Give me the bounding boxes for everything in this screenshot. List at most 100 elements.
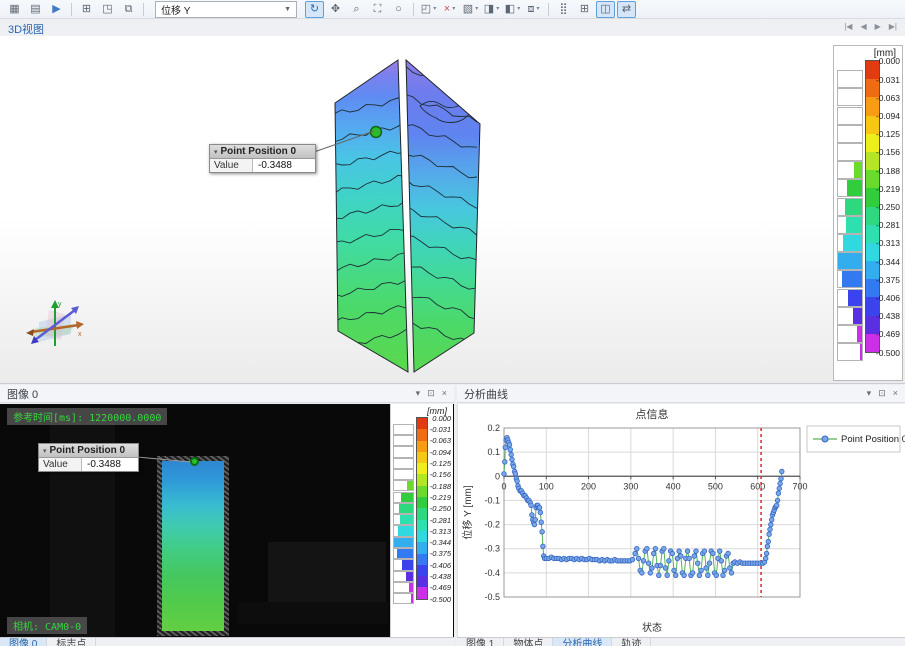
series-marker	[515, 479, 520, 484]
zoom-region-icon: ⛶	[374, 4, 382, 15]
series-marker	[540, 530, 545, 535]
series-marker	[778, 481, 783, 486]
y-axis-label: 位移 Y [mm]	[461, 485, 474, 539]
delete-icon[interactable]: ×▾	[440, 1, 459, 18]
panel-close-icon[interactable]: ×	[893, 389, 898, 398]
play-icon[interactable]: ▶	[47, 1, 66, 18]
layers-icon: ⧈	[527, 4, 534, 15]
next-frame-button[interactable]: ▶	[875, 23, 881, 31]
series-marker	[507, 443, 512, 448]
point-annotation-3d[interactable]: ▾ Point Position 0 Value -0.3488	[209, 144, 316, 173]
duplicate-view-icon[interactable]: ⧉	[119, 1, 138, 18]
series-marker	[774, 503, 779, 508]
table-view-icon[interactable]: ▦	[5, 1, 24, 18]
split-view-icon[interactable]: ◰▾	[419, 1, 438, 18]
report-view-icon[interactable]: ▤	[26, 1, 45, 18]
panel-tab[interactable]: 图像 0	[0, 638, 47, 646]
colorbar-tick-label: -0.094	[876, 111, 900, 121]
toolbar-separator	[143, 3, 144, 16]
panel-tab[interactable]: 分析曲线	[553, 638, 612, 646]
inspection-point-marker[interactable]	[371, 127, 382, 138]
report-view-icon: ▤	[30, 4, 40, 15]
chevron-down-icon: ▼	[284, 6, 291, 13]
pan-view-icon[interactable]: ✥	[326, 1, 345, 18]
series-marker	[769, 517, 774, 522]
lasso-select-icon: ○	[395, 4, 402, 15]
panel-menu-icon[interactable]: ▾	[416, 389, 421, 398]
panel-pin-icon[interactable]: ⊡	[878, 389, 886, 398]
panel-tab[interactable]: 标志点	[47, 638, 96, 646]
y-tick-label: -0.2	[484, 520, 500, 530]
sync-views-icon[interactable]: ⇄	[617, 1, 636, 18]
panel-tab[interactable]: 物体点	[504, 638, 553, 646]
point-annotation-header[interactable]: ▾ Point Position 0	[39, 444, 138, 458]
panel-tab[interactable]: 图像 1	[457, 638, 504, 646]
dot-grid-icon[interactable]: ⣿	[554, 1, 573, 18]
dic-application-window: { "toolbar": { "items": [ {"t":"icon","n…	[0, 0, 905, 646]
collapse-icon[interactable]: ▾	[214, 148, 218, 156]
colorbar-tick-label: -0.063	[430, 436, 451, 445]
histogram-bar	[854, 162, 862, 178]
3d-specimen-model[interactable]	[320, 42, 520, 382]
split-window-icon[interactable]: ◫	[596, 1, 615, 18]
point-annotation-header[interactable]: ▾ Point Position 0	[210, 145, 315, 159]
point-select-icon[interactable]: ▧▾	[461, 1, 480, 18]
value-reading: -0.3488	[82, 458, 138, 471]
panel-close-icon[interactable]: ×	[442, 389, 447, 398]
panel-pin-icon[interactable]: ⊡	[427, 389, 435, 398]
series-marker	[706, 573, 711, 578]
histogram-bar	[394, 538, 413, 547]
add-view-icon[interactable]: ⊞	[77, 1, 96, 18]
colorbar-tick-label: -0.344	[876, 257, 900, 267]
new-report-icon[interactable]: ◳	[98, 1, 117, 18]
camera-image-viewport[interactable]: 参考时间[ms]: 1220000.0000 相机: CAM0-0 ▾ Poin…	[0, 404, 454, 637]
chart-legend[interactable]: Point Position 0	[807, 426, 905, 452]
point-info-chart[interactable]: 01002003004005006007000.20.10-0.1-0.2-0.…	[458, 404, 905, 637]
line-grid-icon[interactable]: ⊞	[575, 1, 594, 18]
histogram-cell	[837, 88, 863, 106]
colorbar-segment	[417, 542, 427, 553]
split-window-icon: ◫	[600, 4, 610, 15]
histogram-bar	[411, 594, 413, 603]
colorbar-tick-label: -0.219	[430, 493, 451, 502]
series-marker	[766, 539, 771, 544]
camera-export-icon: ◧	[505, 4, 515, 15]
first-frame-button[interactable]: |◀	[844, 23, 852, 31]
series-marker	[726, 551, 731, 556]
collapse-icon[interactable]: ▾	[43, 447, 47, 455]
analysis-chart[interactable]: 01002003004005006007000.20.10-0.1-0.2-0.…	[457, 404, 905, 637]
last-frame-button[interactable]: ▶|	[889, 23, 897, 31]
previous-frame-button[interactable]: ◀	[860, 23, 866, 31]
series-marker	[658, 563, 663, 568]
histogram-bar	[407, 481, 413, 490]
colorbar-tick-label: -0.250	[876, 202, 900, 212]
series-marker	[777, 486, 782, 491]
histogram-bar	[401, 493, 413, 502]
layers-icon[interactable]: ⧈▾	[524, 1, 543, 18]
point-annotation-cam[interactable]: ▾ Point Position 0 Value -0.3488	[38, 443, 139, 472]
histogram-cell	[393, 480, 414, 491]
split-view-icon: ◰	[421, 4, 431, 15]
add-view-icon: ⊞	[82, 4, 91, 15]
histogram-cell	[837, 325, 863, 343]
tab-3d-view[interactable]: 3D视图	[8, 21, 44, 37]
lasso-select-icon[interactable]: ○	[389, 1, 408, 18]
rotate-view-icon[interactable]: ↻	[305, 1, 324, 18]
series-marker	[670, 551, 675, 556]
y-tick-label: 0.2	[487, 423, 500, 433]
histogram-cell	[837, 343, 863, 361]
histogram-cell	[837, 107, 863, 125]
zoom-view-icon[interactable]: ⌕	[347, 1, 366, 18]
inspection-point-marker-cam[interactable]	[190, 457, 199, 466]
colorbar-tick-label: -0.094	[430, 448, 451, 457]
colorbar-tick-label: -0.031	[430, 425, 451, 434]
display-variable-dropdown[interactable]: 位移 Y▼	[155, 1, 297, 18]
columns-layout-icon[interactable]: ◨▾	[482, 1, 501, 18]
3d-viewport[interactable]: y x ▾ Point Position 0 Value -0.3488 [mm…	[0, 36, 905, 384]
histogram-cell	[393, 525, 414, 536]
zoom-region-icon[interactable]: ⛶	[368, 1, 387, 18]
panel-tab[interactable]: 轨迹	[612, 638, 651, 646]
camera-export-icon[interactable]: ◧▾	[503, 1, 522, 18]
panel-menu-icon[interactable]: ▾	[867, 389, 872, 398]
main-toolbar: ▦▤▶⊞◳⧉位移 Y▼↻✥⌕⛶○◰▾×▾▧▾◨▾◧▾⧈▾⣿⊞◫⇄	[0, 0, 905, 19]
